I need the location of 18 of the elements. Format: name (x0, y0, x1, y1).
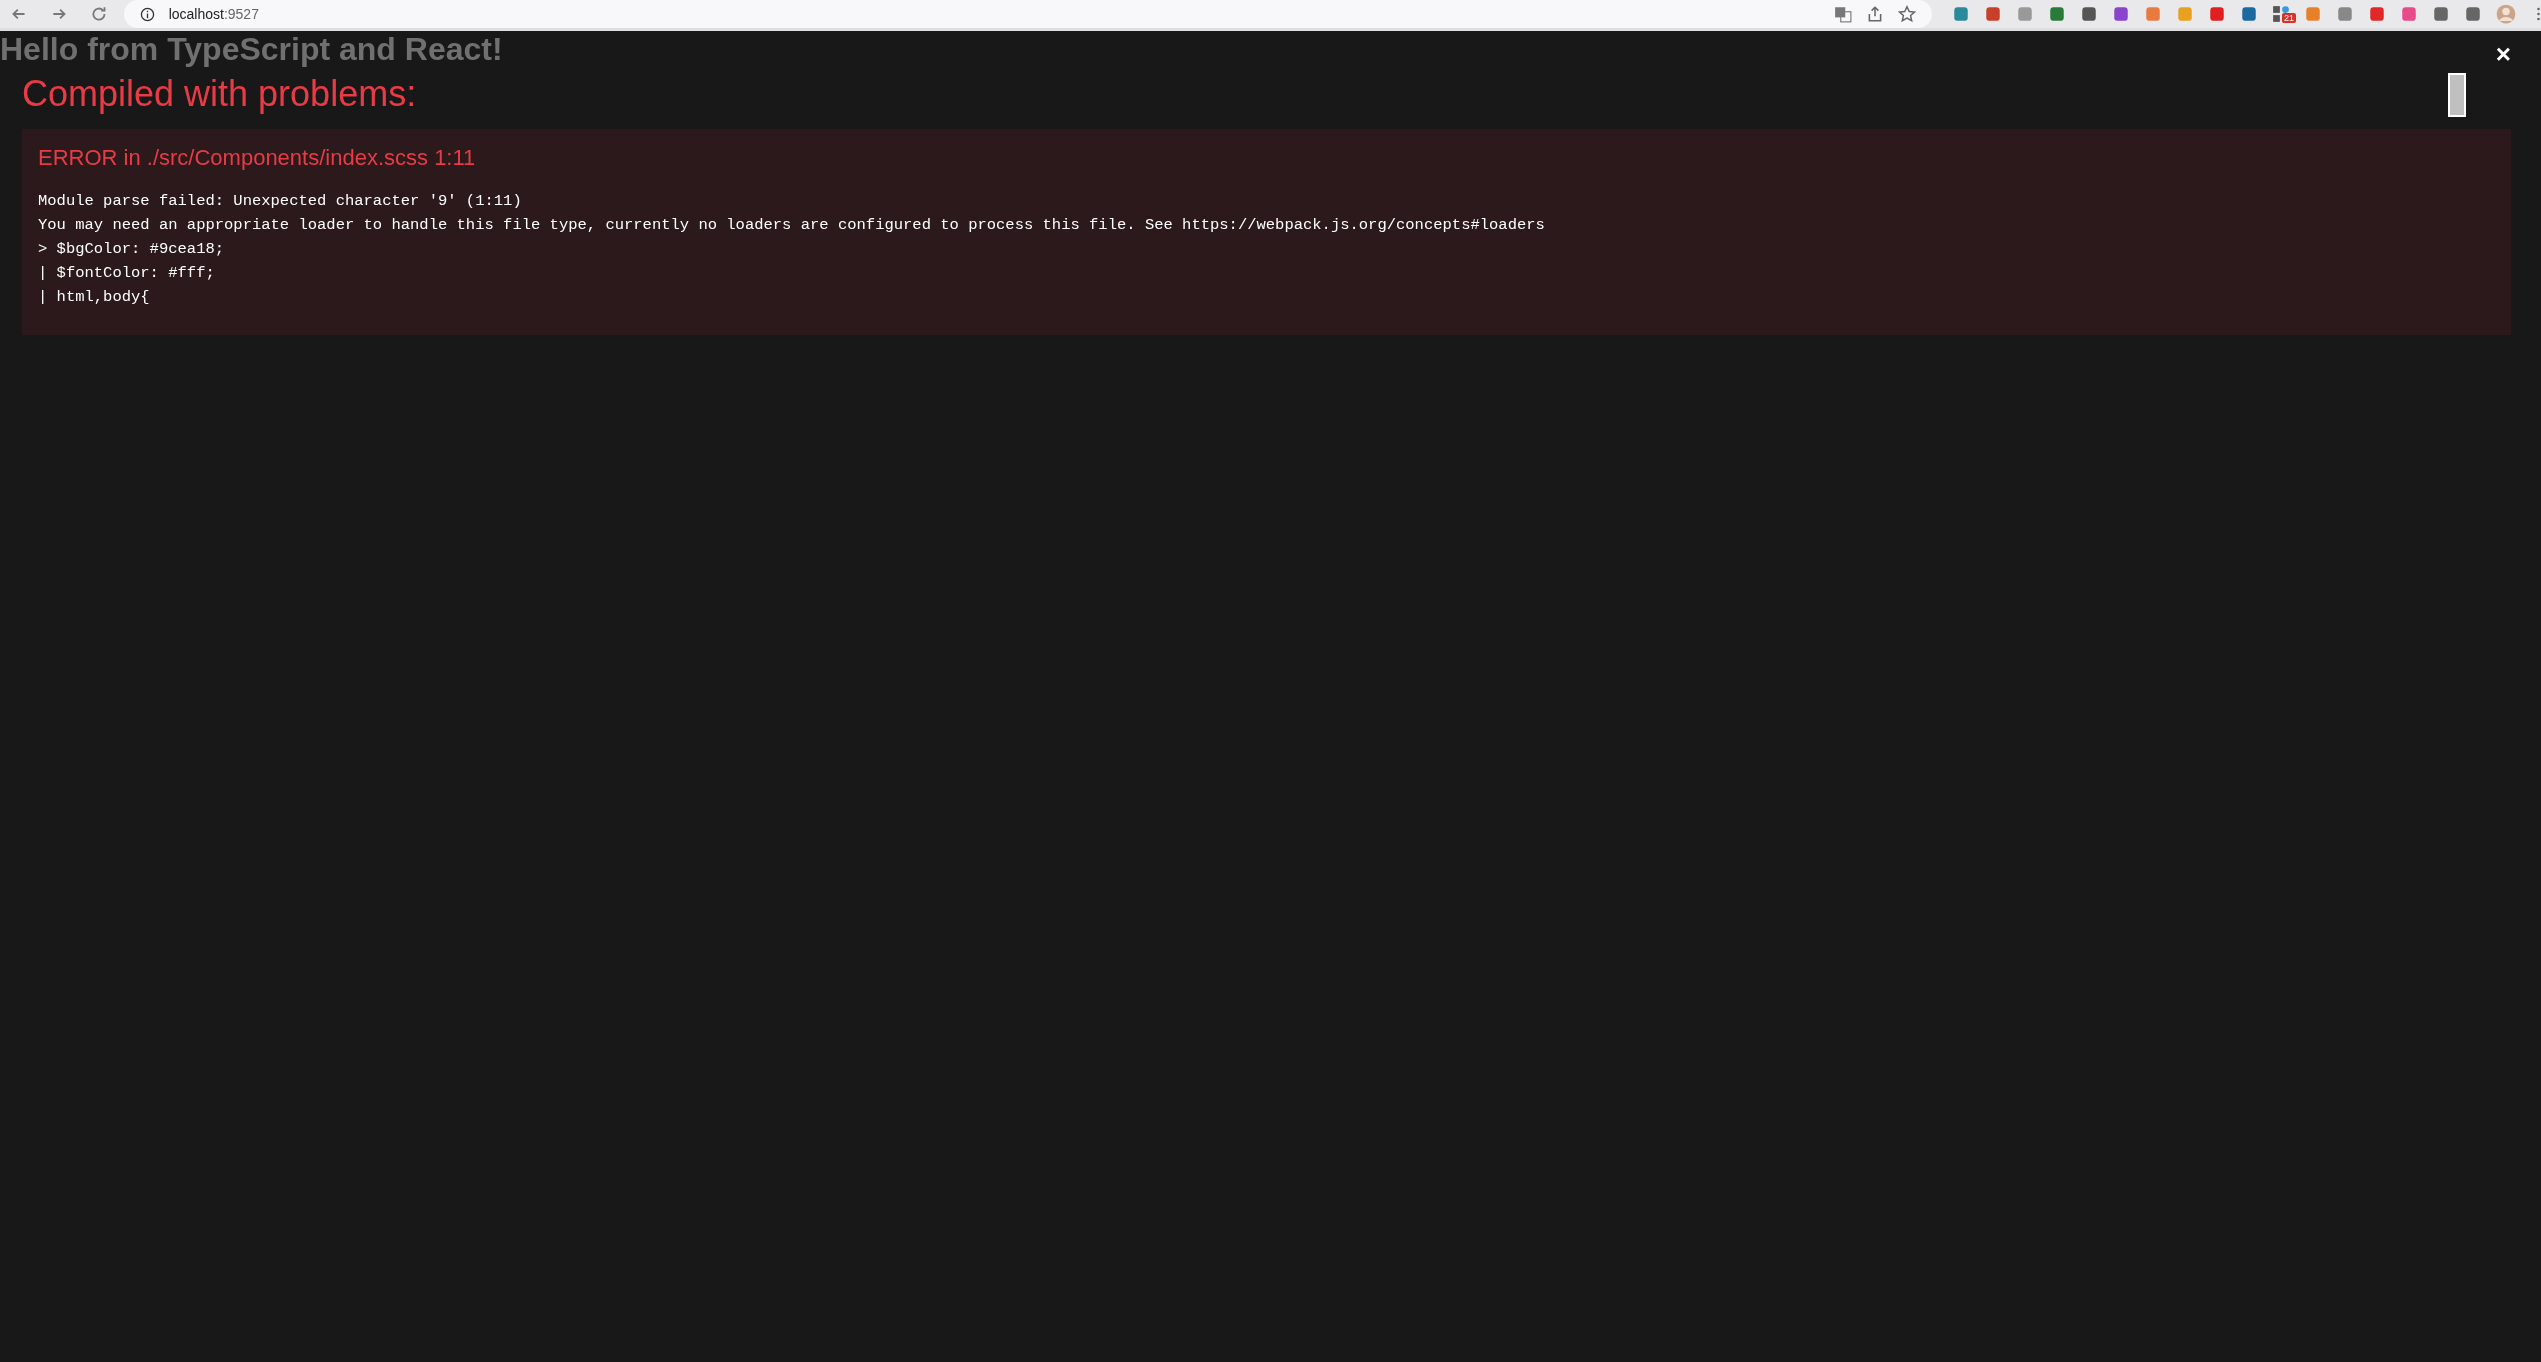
page-heading: Hello from TypeScript and React! (0, 31, 503, 67)
star-icon[interactable] (1898, 5, 1916, 23)
share-icon[interactable] (1866, 5, 1884, 23)
address-bar[interactable]: localhost:9527 (123, 0, 1932, 28)
scrollbar[interactable] (2447, 73, 2466, 117)
error-message-line: | $fontColor: #fff; (38, 263, 216, 284)
translate-icon[interactable] (1834, 5, 1852, 23)
info-icon[interactable] (139, 6, 155, 22)
error-message-line: > $bgColor: #9cea18; (38, 239, 226, 260)
error-message-line: | html,body{ (38, 287, 151, 308)
error-title: ERROR in ./src/Components/index.scss 1:11 (38, 145, 477, 171)
error-message-line: You may need an appropriate loader to handle this file type, currently no loaders are configured to process this file. See https://webpack.js.org/concepts#loaders (38, 215, 1546, 236)
overlay-title: Compiled with problems: (22, 73, 417, 115)
menu-icon[interactable] (2536, 6, 2541, 22)
error-message-line: Module parse failed: Unexpected character '9' (1:11) (38, 191, 523, 212)
reload-icon[interactable] (89, 5, 108, 23)
close-button[interactable]: × (2495, 39, 2511, 70)
notification-badge: 21 (2282, 13, 2296, 23)
